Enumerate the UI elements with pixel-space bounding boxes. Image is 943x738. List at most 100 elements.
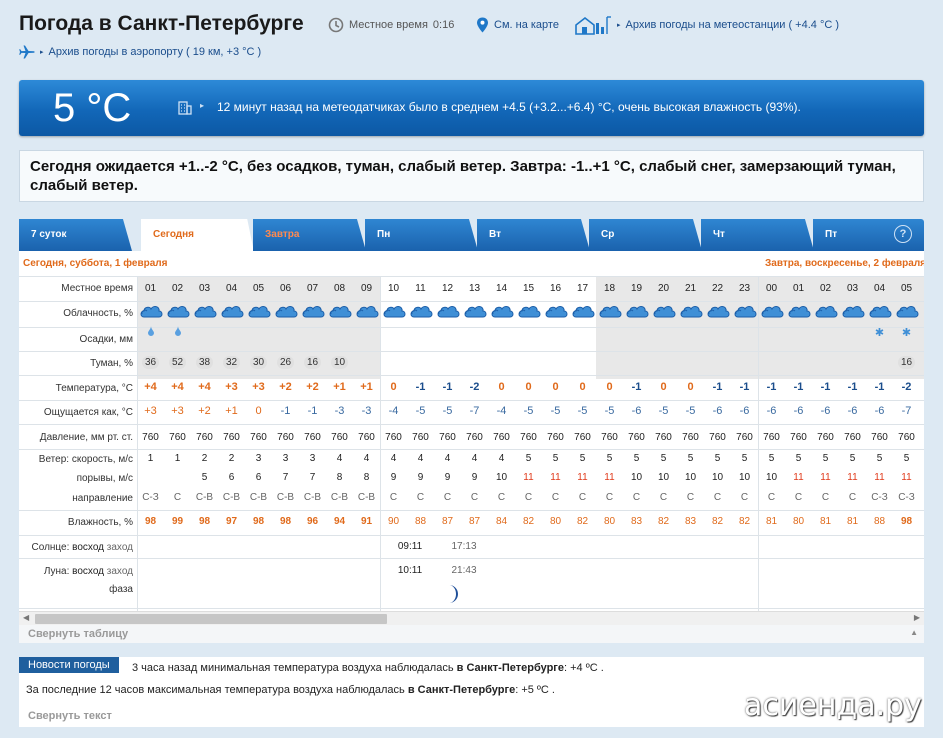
humidity-cell: 82 bbox=[522, 516, 535, 527]
wind-speed-cell: 5 bbox=[687, 453, 694, 464]
tab-thu[interactable]: Чт bbox=[701, 219, 814, 251]
temperature-cell: -1 bbox=[712, 381, 723, 393]
scroll-right-icon[interactable]: ▶ bbox=[914, 613, 920, 622]
forecast-table: Сегодня, суббота, 1 февраля Завтра, воск… bbox=[19, 251, 924, 611]
gust-cell: 5 bbox=[201, 472, 208, 483]
local-time-label: Местное время bbox=[349, 19, 428, 31]
pressure-cell: 760 bbox=[655, 432, 672, 443]
feels-like-cell: -6 bbox=[739, 405, 750, 417]
fog-value: 10 bbox=[330, 356, 349, 369]
hour-cell: 04 bbox=[225, 283, 238, 294]
grid-line bbox=[380, 276, 381, 611]
moon-rise: 10:11 bbox=[397, 565, 423, 576]
humidity-cell: 90 bbox=[387, 516, 400, 527]
archive-station-link[interactable]: ▸ Архив погоды на метеостанции ( +4.4 °C… bbox=[574, 15, 839, 35]
wind-speed-cell: 5 bbox=[768, 453, 775, 464]
feels-like-cell: -5 bbox=[550, 405, 561, 417]
tab-mon[interactable]: Пн bbox=[365, 219, 478, 251]
cloud-cover-icon bbox=[839, 303, 866, 322]
cloud-cover-icon bbox=[758, 303, 785, 322]
pressure-cell: 760 bbox=[385, 432, 402, 443]
day-head-today: Сегодня, суббота, 1 февраля bbox=[23, 258, 168, 269]
news-line-2: За последние 12 часов максимальная темпе… bbox=[26, 684, 555, 696]
grid-line bbox=[19, 510, 924, 511]
hour-cell: 05 bbox=[252, 283, 265, 294]
archive-station-label[interactable]: Архив погоды на метеостанции ( +4.4 °C ) bbox=[626, 19, 840, 31]
map-link-label[interactable]: См. на карте bbox=[494, 19, 559, 31]
cloud-cover-icon bbox=[380, 303, 407, 322]
fog-value: 16 bbox=[897, 356, 916, 369]
fog-cell: 36 bbox=[137, 356, 164, 369]
help-icon[interactable]: ? bbox=[894, 225, 912, 243]
archive-airport-label[interactable]: Архив погоды в аэропорту ( 19 км, +3 °C … bbox=[49, 46, 262, 58]
sun-rise: 09:11 bbox=[397, 541, 423, 552]
table-scrollbar[interactable]: ◀ ▶ bbox=[19, 611, 924, 625]
pressure-cell: 760 bbox=[817, 432, 834, 443]
scroll-left-icon[interactable]: ◀ bbox=[23, 613, 29, 622]
grid-line bbox=[19, 449, 924, 450]
collapse-table-label[interactable]: Свернуть таблицу bbox=[28, 628, 128, 640]
gust-cell: 11 bbox=[847, 472, 858, 483]
current-weather-text: 12 минут назад на метеодатчиках было в с… bbox=[217, 100, 801, 114]
hour-cell: 03 bbox=[846, 283, 859, 294]
cloud-cover-icon bbox=[596, 303, 623, 322]
wind-direction-cell: С bbox=[767, 492, 776, 503]
gust-cell: 10 bbox=[495, 472, 508, 483]
temperature-cell: 0 bbox=[579, 381, 586, 393]
fog-cell: 52 bbox=[164, 356, 191, 369]
cloud-cover-icon bbox=[488, 303, 515, 322]
tab-tomorrow[interactable]: Завтра bbox=[253, 219, 366, 251]
temperature-cell: +4 bbox=[198, 381, 211, 393]
wind-speed-cell: 5 bbox=[579, 453, 586, 464]
wind-direction-cell: С bbox=[659, 492, 668, 503]
label-time: Местное время bbox=[61, 283, 133, 294]
tab-tue[interactable]: Вт bbox=[477, 219, 590, 251]
grid-line bbox=[19, 424, 924, 425]
pressure-cell: 760 bbox=[763, 432, 780, 443]
day-tabs: 7 суток Сегодня Завтра Пн Вт Ср Чт Пт ? bbox=[19, 219, 924, 252]
feels-like-cell: -6 bbox=[766, 405, 777, 417]
wind-speed-cell: 5 bbox=[660, 453, 667, 464]
label-gusts: порывы, м/с bbox=[76, 473, 133, 484]
wind-direction-cell: С-В bbox=[276, 492, 295, 503]
hour-cell: 03 bbox=[198, 283, 211, 294]
grid-line bbox=[19, 608, 924, 609]
feels-like-cell: -7 bbox=[469, 405, 480, 417]
tab-7-days[interactable]: 7 суток bbox=[19, 219, 132, 251]
grid-line bbox=[19, 400, 924, 401]
hour-cell: 13 bbox=[468, 283, 481, 294]
fog-value: 38 bbox=[195, 356, 214, 369]
scroll-thumb[interactable] bbox=[35, 614, 387, 624]
collapse-text-button[interactable]: Свернуть текст bbox=[28, 710, 112, 722]
tab-fri[interactable]: Пт ? bbox=[813, 219, 924, 251]
pressure-cell: 760 bbox=[844, 432, 861, 443]
tab-today[interactable]: Сегодня bbox=[141, 219, 254, 252]
label-feels: Ощущается как, °C bbox=[43, 407, 133, 418]
collapse-up-icon[interactable]: ▲ bbox=[910, 628, 918, 637]
hour-cell: 02 bbox=[819, 283, 832, 294]
gust-cell: 11 bbox=[901, 472, 912, 483]
news-city: в Санкт-Петербурге bbox=[407, 684, 516, 696]
hour-cell: 06 bbox=[279, 283, 292, 294]
wind-speed-cell: 4 bbox=[471, 453, 478, 464]
wind-direction-cell: С bbox=[713, 492, 722, 503]
pressure-cell: 760 bbox=[439, 432, 456, 443]
humidity-cell: 80 bbox=[549, 516, 562, 527]
temperature-cell: -1 bbox=[415, 381, 426, 393]
gust-cell: 9 bbox=[471, 472, 478, 483]
humidity-cell: 94 bbox=[333, 516, 346, 527]
archive-airport-link[interactable]: ▸ Архив погоды в аэропорту ( 19 км, +3 °… bbox=[19, 45, 261, 59]
current-weather-bar: 5 °C ▸ 12 минут назад на метеодатчиках б… bbox=[19, 80, 924, 136]
arrow-right-icon: ▸ bbox=[617, 22, 621, 29]
cloud-cover-icon bbox=[272, 303, 299, 322]
wind-direction-cell: С bbox=[443, 492, 452, 503]
grid-line bbox=[19, 535, 924, 536]
label-precip: Осадки, мм bbox=[79, 334, 133, 345]
wind-speed-cell: 5 bbox=[822, 453, 829, 464]
map-link[interactable]: См. на карте bbox=[476, 17, 559, 33]
collapse-table-button[interactable]: Свернуть таблицу ▲ bbox=[19, 625, 924, 643]
wind-direction-cell: С bbox=[821, 492, 830, 503]
tab-wed[interactable]: Ср bbox=[589, 219, 702, 251]
wind-direction-cell: С bbox=[848, 492, 857, 503]
watermark-logo: асиенда.ру bbox=[744, 688, 922, 723]
